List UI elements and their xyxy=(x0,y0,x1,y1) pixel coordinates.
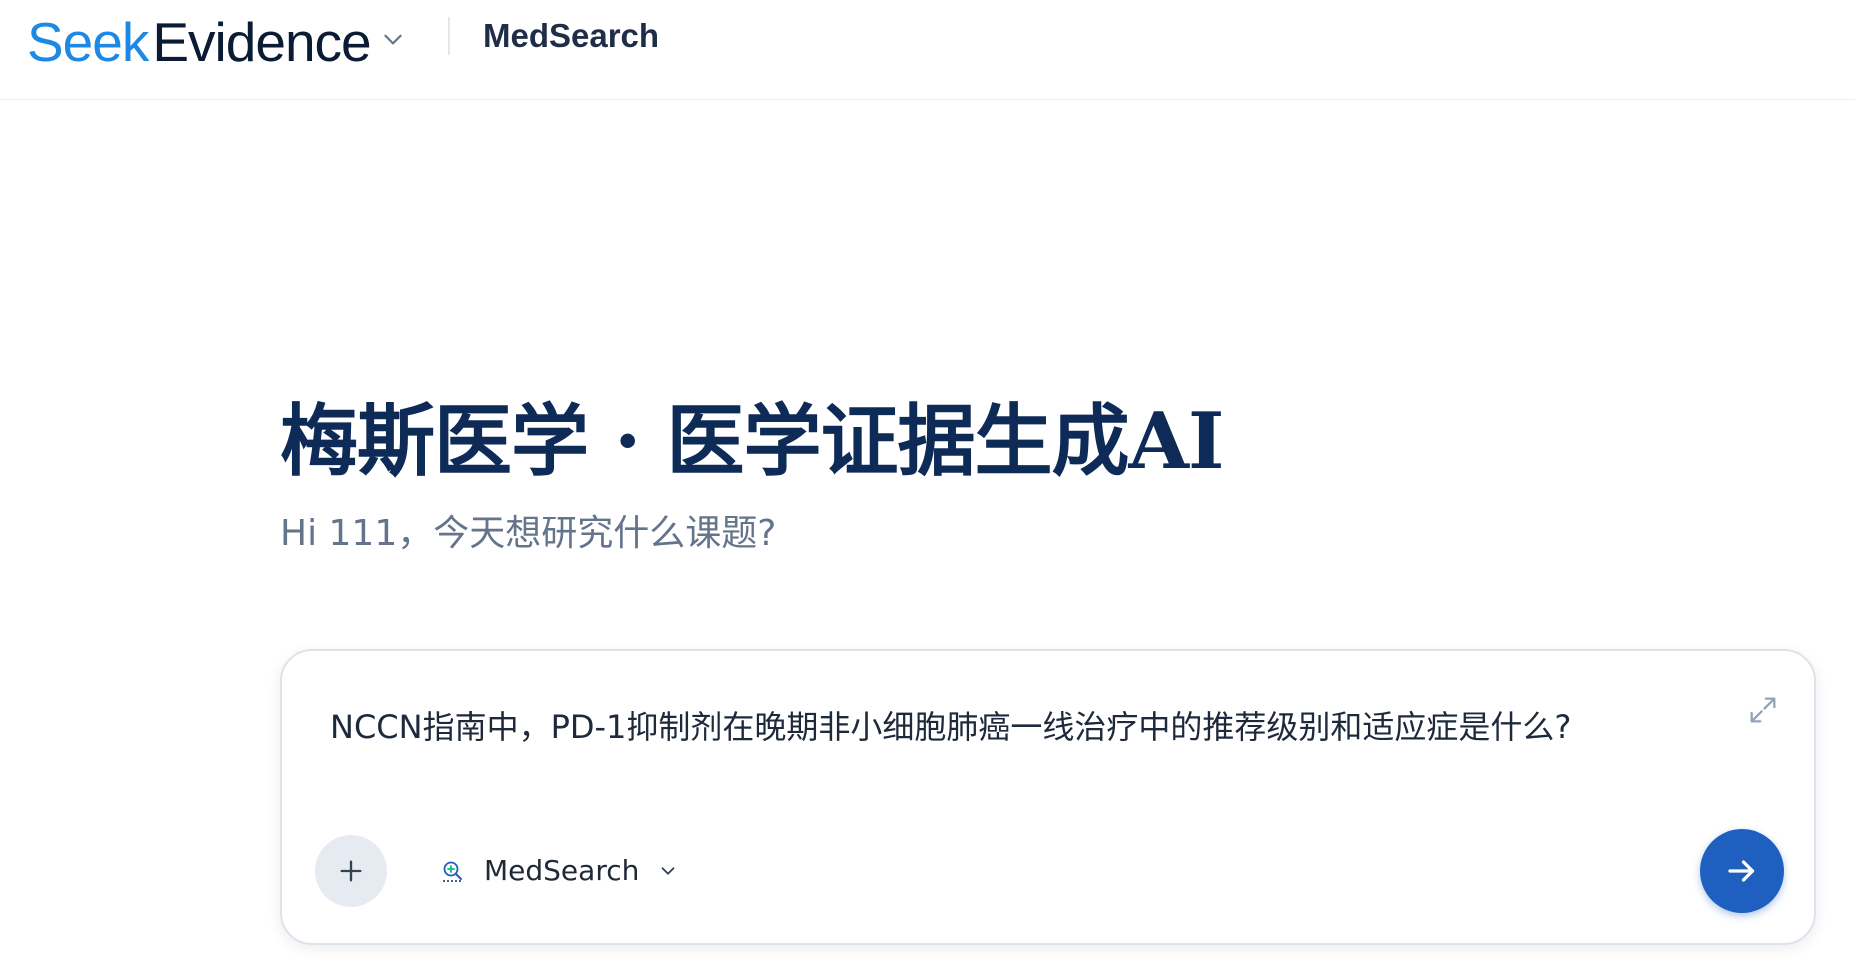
page-title: 梅斯医学 · 医学证据生成AI xyxy=(280,396,1224,487)
chevron-down-icon[interactable] xyxy=(380,26,406,52)
query-input[interactable]: NCCN指南中，PD-1抑制剂在晚期非小细胞肺癌一线治疗中的推荐级别和适应症是什… xyxy=(330,703,1710,751)
logo-seek-text: Seek xyxy=(27,11,149,73)
plus-icon xyxy=(340,860,362,882)
query-composer: NCCN指南中，PD-1抑制剂在晚期非小细胞肺癌一线治疗中的推荐级别和适应症是什… xyxy=(280,649,1816,945)
expand-icon[interactable] xyxy=(1746,693,1780,727)
logo-evidence-text: Evidence xyxy=(152,11,371,73)
send-button[interactable] xyxy=(1700,829,1784,913)
header-divider xyxy=(448,17,450,55)
top-bar: Seek Evidence MedSearch xyxy=(0,0,1855,100)
model-selector[interactable]: MedSearch xyxy=(440,847,679,895)
model-label: MedSearch xyxy=(484,854,640,887)
greeting-subtitle: Hi 111，今天想研究什么课题? xyxy=(280,513,777,554)
seekevidence-logo[interactable]: Seek Evidence xyxy=(27,11,372,73)
medsearch-logo-icon xyxy=(443,861,462,882)
app-name: MedSearch xyxy=(483,17,660,54)
chevron-down-icon xyxy=(661,867,675,875)
arrow-right-icon xyxy=(1728,860,1755,882)
attach-button[interactable] xyxy=(315,835,387,907)
